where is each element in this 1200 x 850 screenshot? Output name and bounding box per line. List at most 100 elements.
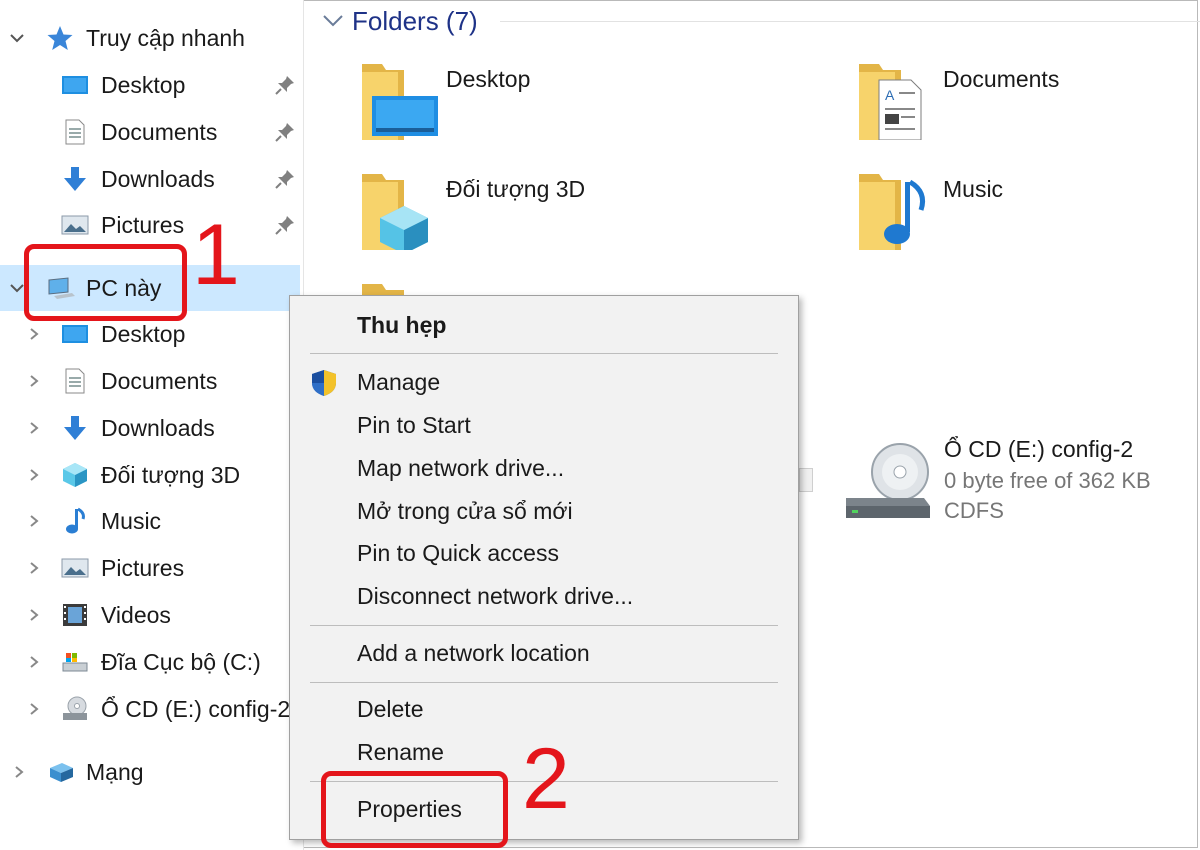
pin-icon <box>274 74 296 96</box>
nav-label: Pictures <box>101 554 185 581</box>
nav-pc-cd-drive[interactable]: Ổ CD (E:) config-2 <box>0 686 300 732</box>
menu-item-label: Disconnect network drive... <box>357 582 634 609</box>
nav-label: Pictures <box>101 211 185 238</box>
folder-tile-3d-objects[interactable]: Đối tượng 3D <box>358 170 838 270</box>
drive-name: Ổ CD (E:) config-2 <box>944 436 1134 462</box>
drive-tile-cd[interactable]: Ổ CD (E:) config-2 0 byte free of 362 KB… <box>842 432 1182 532</box>
3d-objects-icon <box>61 461 89 489</box>
navigation-pane: Truy cập nhanh Desktop Documents Downloa… <box>0 0 303 850</box>
documents-folder-icon: A <box>859 64 922 140</box>
nav-label: Downloads <box>101 414 215 441</box>
nav-pc-videos[interactable]: Videos <box>0 592 300 638</box>
folder-label: Music <box>943 176 1004 202</box>
chevron-right-icon[interactable] <box>23 510 45 532</box>
menu-item-disconnect-network-drive[interactable]: Disconnect network drive... <box>290 575 798 617</box>
chevron-right-icon[interactable] <box>23 698 45 720</box>
nav-quick-desktop[interactable]: Desktop <box>0 62 300 108</box>
capacity-bar-stub <box>799 468 813 492</box>
menu-item-label: Manage <box>357 368 441 395</box>
folder-label: Desktop <box>446 66 531 92</box>
nav-pc-pictures[interactable]: Pictures <box>0 545 300 591</box>
highlight-box-properties <box>321 771 508 848</box>
menu-item-collapse[interactable]: Thu hẹp <box>290 304 798 346</box>
nav-pc-music[interactable]: Music <box>0 498 300 544</box>
nav-label: Documents <box>101 118 218 145</box>
menu-item-open-new-window[interactable]: Mở trong cửa sổ mới <box>290 490 798 532</box>
menu-separator <box>310 625 778 626</box>
nav-pc-local-disk[interactable]: Đĩa Cục bộ (C:) <box>0 639 300 685</box>
drive-filesystem: CDFS <box>944 498 1004 523</box>
pictures-icon <box>61 554 89 582</box>
menu-item-manage[interactable]: Manage <box>290 361 798 403</box>
chevron-right-icon[interactable] <box>23 651 45 673</box>
desktop-folder-icon <box>362 64 438 140</box>
nav-label: Desktop <box>101 71 186 98</box>
chevron-right-icon[interactable] <box>23 604 45 626</box>
pin-icon <box>274 168 296 190</box>
chevron-right-icon[interactable] <box>8 761 30 783</box>
menu-item-label: Map network drive... <box>357 454 565 481</box>
folders-section-title: Folders (7) <box>352 5 478 36</box>
nav-pc-3d-objects[interactable]: Đối tượng 3D <box>0 452 300 498</box>
star-icon <box>46 24 74 52</box>
nav-pc-downloads[interactable]: Downloads <box>0 405 300 451</box>
menu-separator <box>310 682 778 683</box>
nav-label: Videos <box>101 601 171 628</box>
nav-pc-documents[interactable]: Documents <box>0 358 300 404</box>
nav-label: Đĩa Cục bộ (C:) <box>101 648 261 675</box>
menu-item-label: Add a network location <box>357 639 590 666</box>
menu-item-label: Thu hẹp <box>357 311 447 338</box>
downloads-icon <box>61 165 89 193</box>
nav-quick-access[interactable]: Truy cập nhanh <box>0 15 300 61</box>
nav-label: Downloads <box>101 165 215 192</box>
nav-quick-documents[interactable]: Documents <box>0 109 300 155</box>
nav-quick-pictures[interactable]: Pictures <box>0 202 300 248</box>
cd-drive-icon <box>846 443 930 518</box>
documents-icon <box>61 118 89 146</box>
folders-section-header[interactable]: Folders (7) <box>322 4 478 38</box>
svg-text:A: A <box>885 87 895 103</box>
step-number-2: 2 <box>522 731 570 827</box>
folder-tile-music[interactable]: Music <box>855 170 1200 270</box>
drive-free-space: 0 byte free of 362 KB <box>944 468 1151 493</box>
chevron-right-icon[interactable] <box>23 557 45 579</box>
menu-item-label: Rename <box>357 738 444 765</box>
videos-icon <box>61 601 89 629</box>
music-icon <box>61 507 89 535</box>
menu-item-map-network-drive[interactable]: Map network drive... <box>290 447 798 489</box>
menu-item-pin-to-start[interactable]: Pin to Start <box>290 404 798 446</box>
chevron-right-icon[interactable] <box>23 464 45 486</box>
menu-item-label: Pin to Start <box>357 411 471 438</box>
nav-quick-downloads[interactable]: Downloads <box>0 156 300 202</box>
menu-item-label: Pin to Quick access <box>357 539 559 566</box>
local-disk-icon <box>61 648 89 676</box>
section-divider <box>500 21 1200 22</box>
menu-item-delete[interactable]: Delete <box>290 688 798 730</box>
folder-icon <box>362 284 404 295</box>
menu-item-label: Delete <box>357 695 424 722</box>
3d-folder-icon <box>362 174 428 250</box>
chevron-down-icon[interactable] <box>322 13 344 29</box>
chevron-right-icon[interactable] <box>23 323 45 345</box>
downloads-icon <box>61 414 89 442</box>
menu-item-pin-quick-access[interactable]: Pin to Quick access <box>290 532 798 574</box>
folder-tile-desktop[interactable]: Desktop <box>358 60 838 160</box>
menu-item-label: Mở trong cửa sổ mới <box>357 497 573 524</box>
nav-network-label: Mạng <box>86 758 144 785</box>
folder-tile-partial[interactable] <box>358 280 418 295</box>
cd-drive-icon <box>61 695 89 723</box>
step-number-1: 1 <box>192 207 240 303</box>
pictures-icon <box>61 211 89 239</box>
menu-item-add-network-location[interactable]: Add a network location <box>290 632 798 674</box>
menu-separator <box>310 353 778 354</box>
folder-tile-documents[interactable]: A Documents <box>855 60 1200 160</box>
music-folder-icon <box>859 174 926 250</box>
desktop-icon <box>61 320 89 348</box>
nav-network[interactable]: Mạng <box>0 749 300 795</box>
chevron-down-icon[interactable] <box>6 27 28 49</box>
uac-shield-icon <box>312 370 336 396</box>
chevron-right-icon[interactable] <box>23 370 45 392</box>
nav-label: Đối tượng 3D <box>101 461 241 488</box>
chevron-right-icon[interactable] <box>23 417 45 439</box>
folder-label: Documents <box>943 66 1060 92</box>
